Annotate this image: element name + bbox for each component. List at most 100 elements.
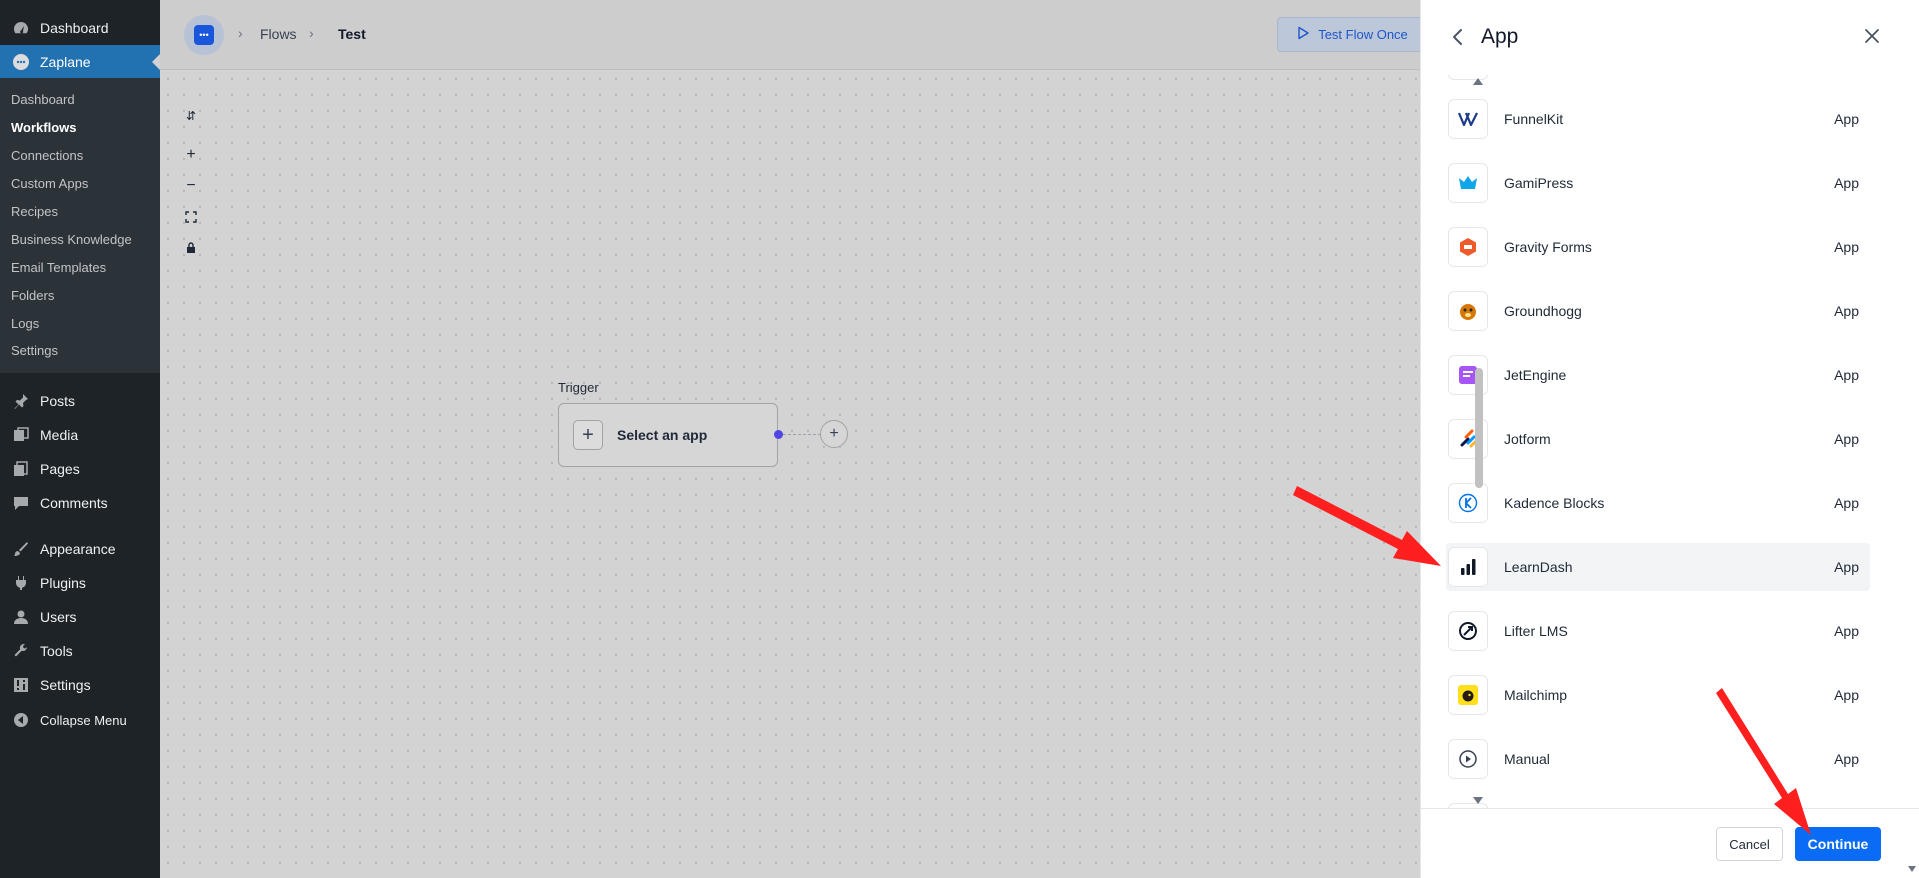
app-type: App xyxy=(1834,495,1859,511)
app-name: Jotform xyxy=(1504,431,1551,447)
cancel-button[interactable]: Cancel xyxy=(1716,827,1783,861)
menu-zaplane[interactable]: Zaplane xyxy=(0,45,160,79)
paintbrush-icon xyxy=(12,540,30,558)
add-step-button[interactable]: + xyxy=(820,420,848,448)
manual-play-icon xyxy=(1448,739,1488,779)
panel-title: App xyxy=(1481,25,1519,48)
fit-view-icon[interactable] xyxy=(182,208,200,226)
app-row-mailchimp[interactable]: Mailchimp App xyxy=(1446,671,1870,719)
submenu-workflows[interactable]: Workflows xyxy=(11,120,77,135)
app-type: App xyxy=(1834,431,1859,447)
lock-icon[interactable] xyxy=(182,239,200,257)
menu-posts-label: Posts xyxy=(40,393,76,409)
menu-appearance[interactable]: Appearance xyxy=(0,532,160,566)
menu-settings[interactable]: Settings xyxy=(0,668,160,702)
trigger-node[interactable]: + Select an app xyxy=(558,403,778,467)
menu-plugins[interactable]: Plugins xyxy=(0,566,160,600)
pages-icon xyxy=(12,460,30,478)
app-row-groundhogg[interactable]: Groundhogg App xyxy=(1446,287,1870,335)
menu-pages-label: Pages xyxy=(40,461,80,477)
menu-dashboard[interactable]: Dashboard xyxy=(0,11,160,45)
menu-users-label: Users xyxy=(40,609,77,625)
app-name: Mailchimp xyxy=(1504,687,1568,703)
funnelkit-icon xyxy=(1448,99,1488,139)
kadence-blocks-icon xyxy=(1448,483,1488,523)
app-type: App xyxy=(1834,687,1859,703)
menu-media-label: Media xyxy=(40,427,79,443)
app-row-jotform[interactable]: Jotform App xyxy=(1446,415,1870,463)
app-type: App xyxy=(1834,239,1859,255)
app-type: App xyxy=(1834,367,1859,383)
submenu-settings[interactable]: Settings xyxy=(11,343,58,358)
menu-posts[interactable]: Posts xyxy=(0,384,160,418)
active-menu-arrow xyxy=(152,54,160,70)
app-name: Gravity Forms xyxy=(1504,239,1592,255)
zaplane-submenu: Dashboard Workflows Connections Custom A… xyxy=(0,78,160,373)
submenu-recipes[interactable]: Recipes xyxy=(11,204,58,219)
logo-dots-icon: ••• xyxy=(194,25,214,45)
app-type: App xyxy=(1834,303,1859,319)
app-row-funnelkit[interactable]: FunnelKit App xyxy=(1446,95,1870,143)
flow-canvas[interactable]: ⇵ + − Trigger + Select an app + xyxy=(160,71,1420,878)
submenu-folders[interactable]: Folders xyxy=(11,288,54,303)
node-handle[interactable] xyxy=(774,430,783,439)
close-icon[interactable] xyxy=(1861,25,1883,47)
menu-comments[interactable]: Comments xyxy=(0,486,160,520)
breadcrumb-flows[interactable]: Flows xyxy=(260,26,297,42)
gamipress-icon xyxy=(1448,163,1488,203)
comment-icon xyxy=(12,494,30,512)
media-icon xyxy=(12,426,30,444)
menu-pages[interactable]: Pages xyxy=(0,452,160,486)
menu-dashboard-label: Dashboard xyxy=(40,20,109,36)
submenu-email-templates[interactable]: Email Templates xyxy=(11,260,106,275)
settings-sliders-icon xyxy=(12,676,30,694)
app-row-kadence-blocks[interactable]: Kadence Blocks App xyxy=(1446,479,1870,527)
breadcrumb-current-flow: Test xyxy=(338,26,366,42)
app-type: App xyxy=(1834,559,1859,575)
app-row-gamipress[interactable]: GamiPress App xyxy=(1446,159,1870,207)
app-logo[interactable]: ••• xyxy=(184,15,224,55)
submenu-business-knowledge[interactable]: Business Knowledge xyxy=(11,232,132,247)
menu-appearance-label: Appearance xyxy=(40,541,116,557)
scrollbar-thumb[interactable] xyxy=(1475,368,1483,488)
plus-icon: + xyxy=(573,420,603,450)
submenu-dashboard[interactable]: Dashboard xyxy=(11,92,75,107)
submenu-custom-apps[interactable]: Custom Apps xyxy=(11,176,88,191)
panel-header: App xyxy=(1421,0,1919,75)
app-name: Kadence Blocks xyxy=(1504,495,1605,511)
app-row-manual[interactable]: Manual App xyxy=(1446,735,1870,783)
app-type: App xyxy=(1834,175,1859,191)
app-name: JetEngine xyxy=(1504,367,1567,383)
menu-plugins-label: Plugins xyxy=(40,575,86,591)
chevron-right-icon: › xyxy=(309,25,314,41)
scroll-up-arrow-icon[interactable] xyxy=(1473,78,1483,85)
zaplane-icon xyxy=(12,53,30,71)
app-row-gravity-forms[interactable]: Gravity Forms App xyxy=(1446,223,1870,271)
app-row-jetengine[interactable]: JetEngine App xyxy=(1446,351,1870,399)
app-row-learndash[interactable]: LearnDash App xyxy=(1446,543,1870,591)
page-scroll-down-icon[interactable] xyxy=(1908,866,1916,872)
app-type: App xyxy=(1834,751,1859,767)
menu-users[interactable]: Users xyxy=(0,600,160,634)
submenu-connections[interactable]: Connections xyxy=(11,148,83,163)
flow-editor-topbar: ••• › Flows › Test Test Flow Once xyxy=(160,0,1427,70)
menu-tools[interactable]: Tools xyxy=(0,634,160,668)
app-list[interactable]: FunnelKit App GamiPress App Gravity Form… xyxy=(1421,75,1919,808)
app-name: GamiPress xyxy=(1504,175,1574,191)
app-row-lifter-lms[interactable]: Lifter LMS App xyxy=(1446,607,1870,655)
collapse-menu[interactable]: Collapse Menu xyxy=(0,703,160,737)
trigger-label: Trigger xyxy=(558,380,599,395)
continue-button[interactable]: Continue xyxy=(1795,827,1881,861)
zoom-in-icon[interactable]: + xyxy=(182,146,200,164)
app-name: Manual xyxy=(1504,751,1550,767)
test-flow-button[interactable]: Test Flow Once xyxy=(1277,17,1427,52)
edge-connector xyxy=(783,434,821,435)
submenu-logs[interactable]: Logs xyxy=(11,316,39,331)
app-name: Groundhogg xyxy=(1504,303,1582,319)
menu-media[interactable]: Media xyxy=(0,418,160,452)
scroll-down-arrow-icon[interactable] xyxy=(1473,797,1483,804)
wp-admin-sidebar: Dashboard Zaplane Dashboard Workflows Co… xyxy=(0,0,160,878)
swap-arrows-icon[interactable]: ⇵ xyxy=(182,107,200,125)
back-arrow-icon[interactable] xyxy=(1447,26,1467,48)
zoom-out-icon[interactable]: − xyxy=(182,177,200,195)
